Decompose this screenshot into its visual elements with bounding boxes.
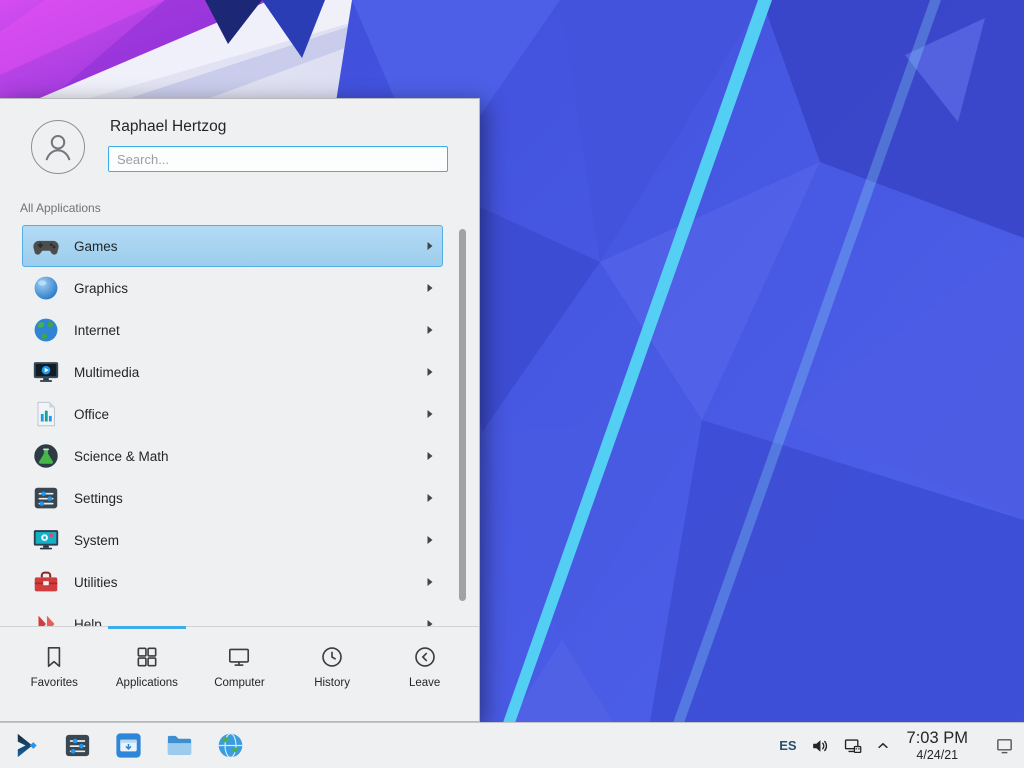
submenu-arrow-icon (426, 367, 434, 377)
computer-icon (226, 644, 252, 670)
multimedia-icon (31, 357, 61, 387)
person-icon (38, 127, 78, 167)
system-icon (31, 525, 61, 555)
section-label: All Applications (0, 191, 479, 221)
office-icon (31, 399, 61, 429)
clock-time: 7:03 PM (907, 729, 968, 748)
tab-label: History (314, 677, 350, 689)
system-tray: ES 7:03 PM 4/24/21 (779, 729, 1016, 762)
category-label: Games (74, 239, 118, 254)
scrollbar[interactable] (459, 229, 466, 601)
clock-date: 4/24/21 (907, 748, 968, 762)
tab-history[interactable]: History (286, 627, 379, 721)
category-internet[interactable]: Internet (22, 309, 443, 351)
category-label: Office (74, 407, 109, 422)
network-icon[interactable] (843, 736, 863, 756)
keyboard-layout-indicator[interactable]: ES (779, 738, 796, 753)
category-science-math[interactable]: Science & Math (22, 435, 443, 477)
favorites-icon (41, 644, 67, 670)
web-browser-icon (215, 730, 246, 761)
tab-computer[interactable]: Computer (193, 627, 286, 721)
category-label: System (74, 533, 119, 548)
submenu-arrow-icon (426, 283, 434, 293)
clock-widget[interactable]: 7:03 PM 4/24/21 (907, 729, 968, 762)
submenu-arrow-icon (426, 535, 434, 545)
applications-icon (134, 644, 160, 670)
category-label: Multimedia (74, 365, 139, 380)
games-icon (31, 231, 61, 261)
tab-label: Applications (116, 677, 178, 689)
expand-tray-icon[interactable] (876, 739, 890, 753)
kickoff-icon (11, 730, 42, 761)
submenu-arrow-icon (426, 409, 434, 419)
user-avatar[interactable] (31, 120, 85, 174)
help-icon (31, 609, 61, 626)
category-label: Science & Math (74, 449, 169, 464)
submenu-arrow-icon (426, 241, 434, 251)
category-help[interactable]: Help (22, 603, 443, 626)
application-launcher-menu: Raphael Hertzog All Applications Games G… (0, 98, 480, 722)
show-desktop-icon[interactable] (995, 736, 1014, 755)
submenu-arrow-icon (426, 493, 434, 503)
submenu-arrow-icon (426, 619, 434, 626)
submenu-arrow-icon (426, 451, 434, 461)
app-launcher-button[interactable] (8, 728, 44, 764)
graphics-icon (31, 273, 61, 303)
launcher-footer-tabs: Favorites Applications Computer History … (0, 626, 479, 721)
system-settings-icon (62, 730, 93, 761)
category-label: Utilities (74, 575, 118, 590)
tab-label: Leave (409, 677, 440, 689)
category-label: Internet (74, 323, 120, 338)
leave-icon (412, 644, 438, 670)
category-system[interactable]: System (22, 519, 443, 561)
category-label: Settings (74, 491, 123, 506)
category-utilities[interactable]: Utilities (22, 561, 443, 603)
settings-icon (31, 483, 61, 513)
utilities-icon (31, 567, 61, 597)
submenu-arrow-icon (426, 325, 434, 335)
tab-applications[interactable]: Applications (101, 627, 194, 721)
tab-label: Favorites (31, 677, 78, 689)
user-name: Raphael Hertzog (110, 118, 226, 136)
category-label: Help (74, 617, 102, 627)
tab-favorites[interactable]: Favorites (8, 627, 101, 721)
submenu-arrow-icon (426, 577, 434, 587)
file-manager-icon (164, 730, 195, 761)
history-icon (319, 644, 345, 670)
volume-icon[interactable] (810, 736, 830, 756)
tab-label: Computer (214, 677, 265, 689)
category-multimedia[interactable]: Multimedia (22, 351, 443, 393)
tab-leave[interactable]: Leave (378, 627, 471, 721)
internet-icon (31, 315, 61, 345)
search-input[interactable] (108, 146, 448, 172)
system-settings-button[interactable] (59, 728, 95, 764)
taskbar-panel: ES 7:03 PM 4/24/21 (0, 722, 1024, 768)
web-browser-button[interactable] (212, 728, 248, 764)
category-games[interactable]: Games (22, 225, 443, 267)
category-settings[interactable]: Settings (22, 477, 443, 519)
software-center-button[interactable] (110, 728, 146, 764)
category-office[interactable]: Office (22, 393, 443, 435)
launcher-header: Raphael Hertzog (0, 99, 479, 191)
category-graphics[interactable]: Graphics (22, 267, 443, 309)
software-center-icon (113, 730, 144, 761)
category-label: Graphics (74, 281, 128, 296)
science-icon (31, 441, 61, 471)
file-manager-button[interactable] (161, 728, 197, 764)
category-list: Games Graphics Internet Multimedia Offic… (0, 221, 479, 626)
